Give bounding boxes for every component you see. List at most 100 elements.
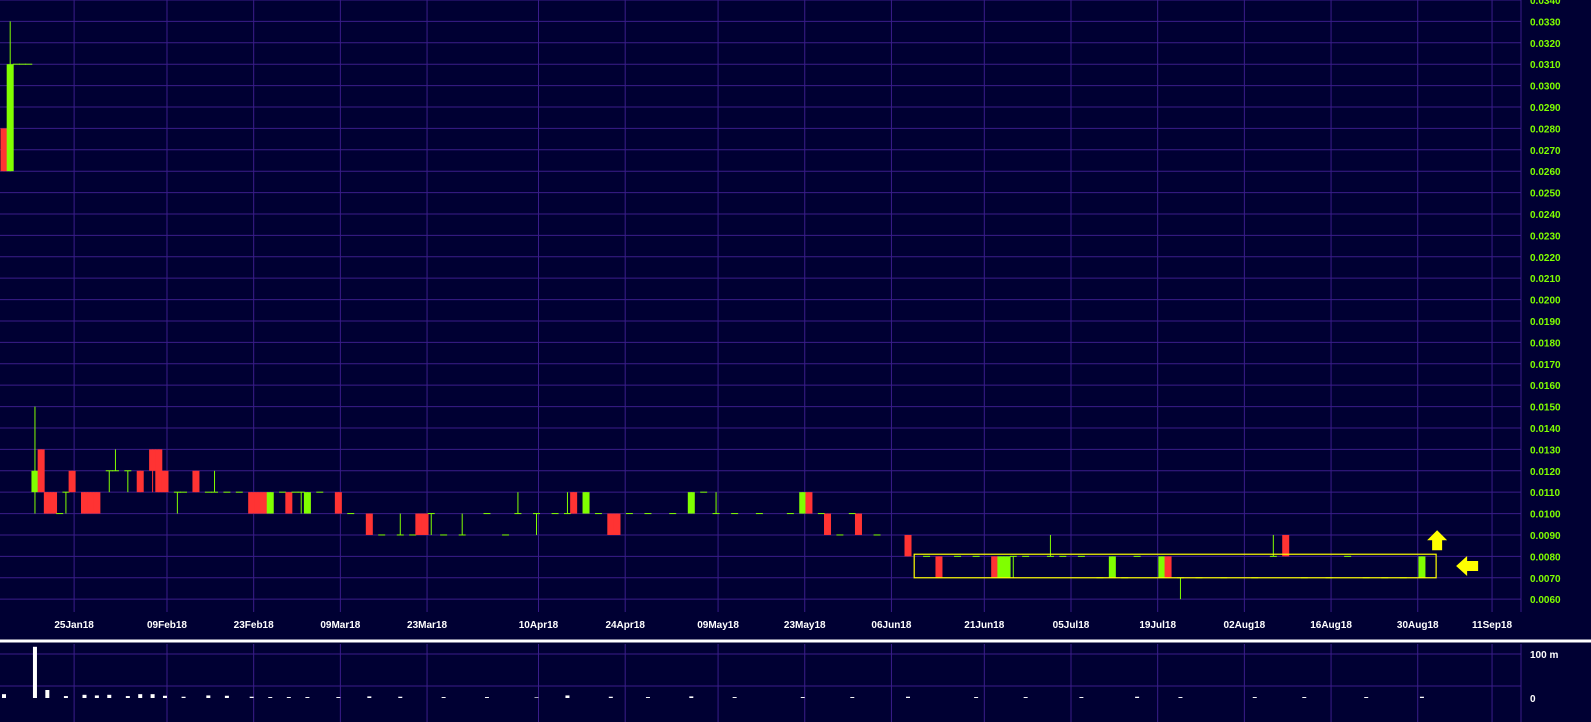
candle-body <box>254 492 262 514</box>
y-tick-label: 0.0140 <box>1530 424 1561 435</box>
y-tick-label: 0.0210 <box>1530 274 1561 285</box>
y-tick-label: 0.0180 <box>1530 338 1561 349</box>
volume-bar <box>63 696 68 698</box>
candle <box>997 556 1005 578</box>
candle <box>799 492 807 514</box>
candle-body <box>687 492 695 514</box>
volume-bar <box>645 697 650 698</box>
candle-body <box>824 513 832 535</box>
candle <box>607 513 615 535</box>
volume-bar <box>336 697 341 698</box>
y-tick-label: 0.0330 <box>1530 17 1561 28</box>
candle-body <box>570 492 578 514</box>
candle <box>1164 556 1172 578</box>
y-tick-label: 0.0200 <box>1530 296 1561 307</box>
candle-body <box>421 513 429 535</box>
candle-body <box>415 513 423 535</box>
candle-body <box>31 470 39 493</box>
x-tick-label: 11Sep18 <box>1472 620 1512 631</box>
candle <box>68 470 76 493</box>
candle-body <box>805 492 813 514</box>
y-tick-label: 0.0130 <box>1530 445 1561 456</box>
y-tick-label: 0.0090 <box>1530 531 1561 542</box>
x-tick-label: 23Mar18 <box>407 620 447 631</box>
volume-bar <box>138 694 143 698</box>
candle <box>991 556 999 578</box>
candle-body <box>303 492 311 514</box>
y-tick-label: 0.0120 <box>1530 467 1561 478</box>
volume-bar <box>94 695 99 698</box>
y-tick-label: 0.0280 <box>1530 124 1561 135</box>
y-tick-label: 0.0220 <box>1530 253 1561 264</box>
candle <box>266 492 274 514</box>
candle <box>285 492 293 514</box>
candle-body <box>80 492 88 514</box>
x-tick-label: 05Jul18 <box>1053 620 1090 631</box>
volume-bar <box>1135 696 1140 698</box>
volume-bar <box>2 694 6 698</box>
candle-body <box>1164 556 1172 578</box>
candle <box>1003 556 1011 578</box>
x-tick-label: 23May18 <box>784 620 826 631</box>
candle-body <box>334 492 342 514</box>
candle <box>93 492 101 514</box>
candle-body <box>582 492 590 514</box>
candle-body <box>43 492 51 514</box>
volume-tick-label: 0 <box>1530 694 1536 705</box>
y-tick-label: 0.0250 <box>1530 189 1561 200</box>
candle-body <box>799 492 807 514</box>
candle-body <box>192 470 200 493</box>
volume-bar <box>1302 697 1307 698</box>
volume-bar <box>162 695 167 698</box>
candle <box>161 470 169 493</box>
volume-bar <box>181 696 186 698</box>
candle-body <box>997 556 1005 578</box>
volume-bar <box>268 697 273 698</box>
candle <box>805 492 813 514</box>
x-tick-label: 19Jul18 <box>1139 620 1176 631</box>
x-tick-label: 09Mar18 <box>320 620 360 631</box>
volume-bar <box>1079 697 1084 698</box>
volume-bar <box>286 697 291 698</box>
candle <box>37 449 45 493</box>
candle-body <box>68 470 76 493</box>
candle-body <box>136 470 144 493</box>
volume-tick-label: 100 m <box>1530 650 1558 661</box>
volume-bar <box>32 646 37 698</box>
volume-bar <box>850 697 855 698</box>
candle-body <box>1108 556 1116 578</box>
volume-bar <box>224 695 229 698</box>
candle-body <box>161 470 169 493</box>
candle-body <box>50 492 58 514</box>
volume-bar <box>732 697 737 698</box>
candle <box>155 449 163 493</box>
candle <box>334 492 342 514</box>
candle <box>415 513 423 535</box>
volume-bar <box>441 697 446 698</box>
volume-bar <box>1178 697 1183 698</box>
volume-bar <box>82 694 87 698</box>
volume-bar <box>305 697 310 698</box>
candle <box>1418 556 1426 578</box>
y-tick-label: 0.0310 <box>1530 60 1561 71</box>
candle-body <box>285 492 293 514</box>
y-tick-label: 0.0110 <box>1530 488 1560 499</box>
candle <box>1108 556 1116 578</box>
volume-bar <box>125 696 130 698</box>
candle <box>1158 556 1166 578</box>
candle <box>421 513 429 535</box>
y-tick-label: 0.0190 <box>1530 317 1561 328</box>
volume-bar <box>800 697 805 698</box>
candle-body <box>93 492 101 514</box>
volume-bar <box>206 695 211 698</box>
candle-body <box>37 449 45 493</box>
candle <box>303 492 311 514</box>
y-tick-label: 0.0150 <box>1530 403 1561 414</box>
y-tick-label: 0.0070 <box>1530 574 1561 585</box>
y-tick-label: 0.0270 <box>1530 146 1561 157</box>
x-tick-label: 23Feb18 <box>234 620 274 631</box>
volume-bar <box>367 696 372 698</box>
candle-body <box>1418 556 1426 578</box>
x-tick-label: 09May18 <box>697 620 739 631</box>
candle <box>192 470 200 493</box>
